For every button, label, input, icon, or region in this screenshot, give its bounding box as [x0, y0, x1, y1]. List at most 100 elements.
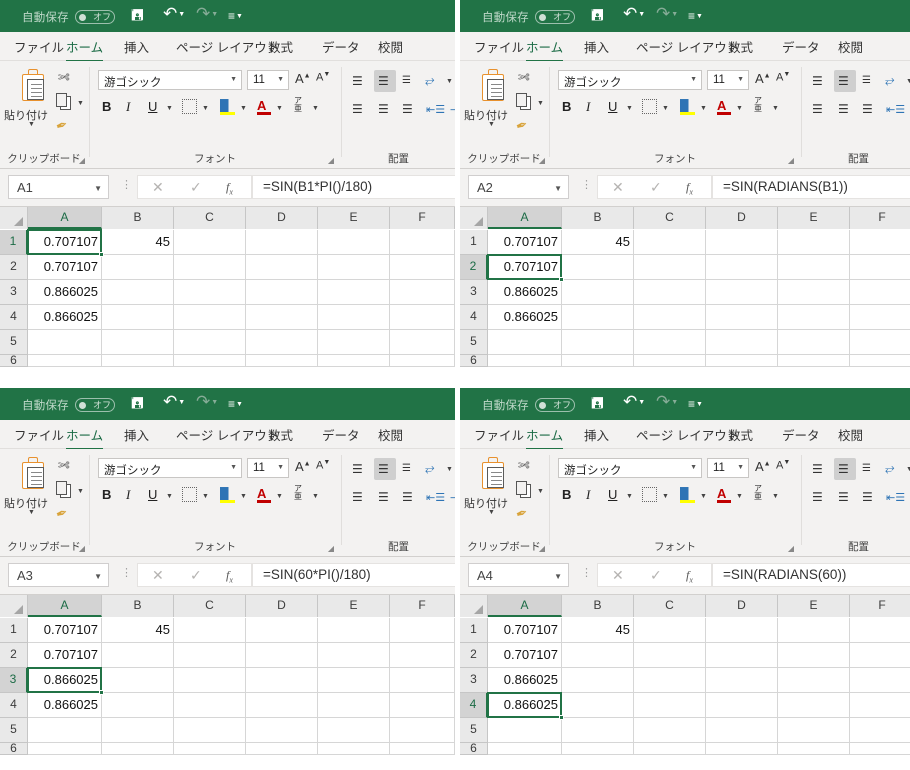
align-top-icon[interactable]: ☰: [352, 463, 363, 475]
redo-icon[interactable]: ↷▼: [196, 392, 218, 412]
row-header-2[interactable]: 2: [0, 643, 28, 668]
cell-D2[interactable]: [246, 643, 318, 668]
row-header-5[interactable]: 5: [0, 330, 28, 355]
cell-C1[interactable]: [634, 618, 706, 643]
chevron-down-icon[interactable]: ▼: [166, 493, 173, 500]
paste-button[interactable]: [476, 455, 510, 495]
column-header-D[interactable]: D: [706, 207, 778, 229]
cell-E5[interactable]: [318, 330, 390, 355]
align-center-icon[interactable]: ☰: [838, 491, 849, 503]
cell-F3[interactable]: [390, 668, 455, 693]
clipboard-dialog-launcher[interactable]: ◢: [539, 156, 545, 165]
enter-icon[interactable]: ✓: [190, 567, 202, 584]
align-left-icon[interactable]: ☰: [812, 491, 823, 503]
ribbon-tab-6[interactable]: 校閲: [378, 425, 403, 444]
cell-A5[interactable]: [488, 330, 562, 355]
chevron-down-icon[interactable]: ▼: [736, 493, 743, 500]
column-header-A[interactable]: A: [28, 595, 102, 617]
ribbon-tab-1[interactable]: ホーム: [66, 37, 104, 62]
bold-button[interactable]: B: [562, 99, 571, 114]
cell-A6[interactable]: [28, 743, 102, 755]
paste-button[interactable]: [16, 455, 50, 495]
cell-A5[interactable]: [28, 718, 102, 743]
italic-button[interactable]: I: [586, 487, 590, 503]
cell-B4[interactable]: [562, 693, 634, 718]
chevron-down-icon[interactable]: ▼: [772, 105, 779, 112]
borders-icon[interactable]: [182, 487, 197, 502]
select-all-corner[interactable]: [0, 207, 28, 229]
text-orientation-icon[interactable]: ⥂: [425, 73, 435, 88]
row-header-1[interactable]: 1: [0, 618, 28, 643]
borders-icon[interactable]: [642, 99, 657, 114]
chevron-down-icon[interactable]: ▼: [77, 488, 84, 495]
cell-B3[interactable]: [562, 280, 634, 305]
chevron-down-icon[interactable]: ▼: [700, 493, 707, 500]
cell-D3[interactable]: [706, 280, 778, 305]
cell-E1[interactable]: [778, 230, 850, 255]
undo-icon[interactable]: ↶▼: [163, 392, 185, 412]
column-header-B[interactable]: B: [102, 207, 174, 229]
align-center-icon[interactable]: ☰: [378, 491, 389, 503]
cell-E2[interactable]: [318, 643, 390, 668]
chevron-down-icon[interactable]: ▼: [77, 100, 84, 107]
redo-icon[interactable]: ↷▼: [196, 4, 218, 24]
cell-A4[interactable]: 0.866025: [28, 305, 102, 330]
cell-C4[interactable]: [174, 693, 246, 718]
cell-A1[interactable]: 0.707107: [488, 230, 562, 255]
insert-function-icon[interactable]: fx: [226, 180, 233, 196]
column-header-D[interactable]: D: [246, 207, 318, 229]
cell-F2[interactable]: [390, 255, 455, 280]
font-family-select[interactable]: 游ゴシック ▼: [98, 458, 242, 478]
chevron-down-icon[interactable]: ▼: [554, 184, 562, 193]
cell-E5[interactable]: [778, 718, 850, 743]
align-right-icon[interactable]: ☰: [402, 491, 413, 503]
column-header-C[interactable]: C: [634, 595, 706, 617]
insert-function-icon[interactable]: fx: [686, 568, 693, 584]
cell-E4[interactable]: [318, 305, 390, 330]
cell-C5[interactable]: [634, 330, 706, 355]
formula-input[interactable]: =SIN(60*PI()/180): [252, 563, 455, 587]
cell-E6[interactable]: [318, 355, 390, 367]
cell-D1[interactable]: [706, 230, 778, 255]
cell-F4[interactable]: [390, 693, 455, 718]
cell-D6[interactable]: [246, 743, 318, 755]
format-painter-icon[interactable]: ✒: [53, 504, 70, 524]
autosave-toggle[interactable]: オフ: [75, 10, 115, 24]
cell-D1[interactable]: [706, 618, 778, 643]
clipboard-dialog-launcher[interactable]: ◢: [539, 544, 545, 553]
row-header-5[interactable]: 5: [0, 718, 28, 743]
column-header-F[interactable]: F: [850, 207, 910, 229]
fill-color-icon[interactable]: █: [220, 97, 236, 116]
column-header-B[interactable]: B: [562, 207, 634, 229]
paste-button[interactable]: [476, 67, 510, 107]
cell-E6[interactable]: [778, 355, 850, 367]
cell-C5[interactable]: [174, 718, 246, 743]
ribbon-tab-3[interactable]: ページ レイアウト: [176, 37, 279, 56]
align-middle-icon[interactable]: ☰: [838, 75, 849, 87]
worksheet-grid[interactable]: A B C D E F 1 0.707107 45 2 0.707107 3 0.866025 4 0.86…: [460, 207, 910, 372]
font-dialog-launcher[interactable]: ◢: [788, 156, 794, 165]
name-box[interactable]: A1 ▼: [8, 175, 109, 199]
cell-A1[interactable]: 0.707107: [28, 230, 102, 255]
enter-icon[interactable]: ✓: [190, 179, 202, 196]
chevron-down-icon[interactable]: ▼: [488, 509, 495, 516]
cell-A3[interactable]: 0.866025: [28, 280, 102, 305]
cancel-icon[interactable]: ✕: [152, 567, 164, 584]
chevron-down-icon[interactable]: ▼: [537, 100, 544, 107]
cell-F3[interactable]: [850, 280, 910, 305]
cancel-icon[interactable]: ✕: [612, 567, 624, 584]
cell-C2[interactable]: [634, 643, 706, 668]
chevron-down-icon[interactable]: ▼: [28, 509, 35, 516]
underline-button[interactable]: U: [148, 99, 157, 114]
chevron-down-icon[interactable]: ▼: [772, 493, 779, 500]
cell-E5[interactable]: [318, 718, 390, 743]
cell-D6[interactable]: [706, 355, 778, 367]
row-header-4[interactable]: 4: [460, 693, 488, 718]
cell-B3[interactable]: [562, 668, 634, 693]
cell-E1[interactable]: [318, 618, 390, 643]
cell-A6[interactable]: [488, 355, 562, 367]
text-orientation-icon[interactable]: ⥂: [885, 461, 895, 476]
cell-D5[interactable]: [246, 718, 318, 743]
chevron-down-icon[interactable]: ▼: [202, 105, 209, 112]
ribbon-tab-3[interactable]: ページ レイアウト: [636, 37, 739, 56]
